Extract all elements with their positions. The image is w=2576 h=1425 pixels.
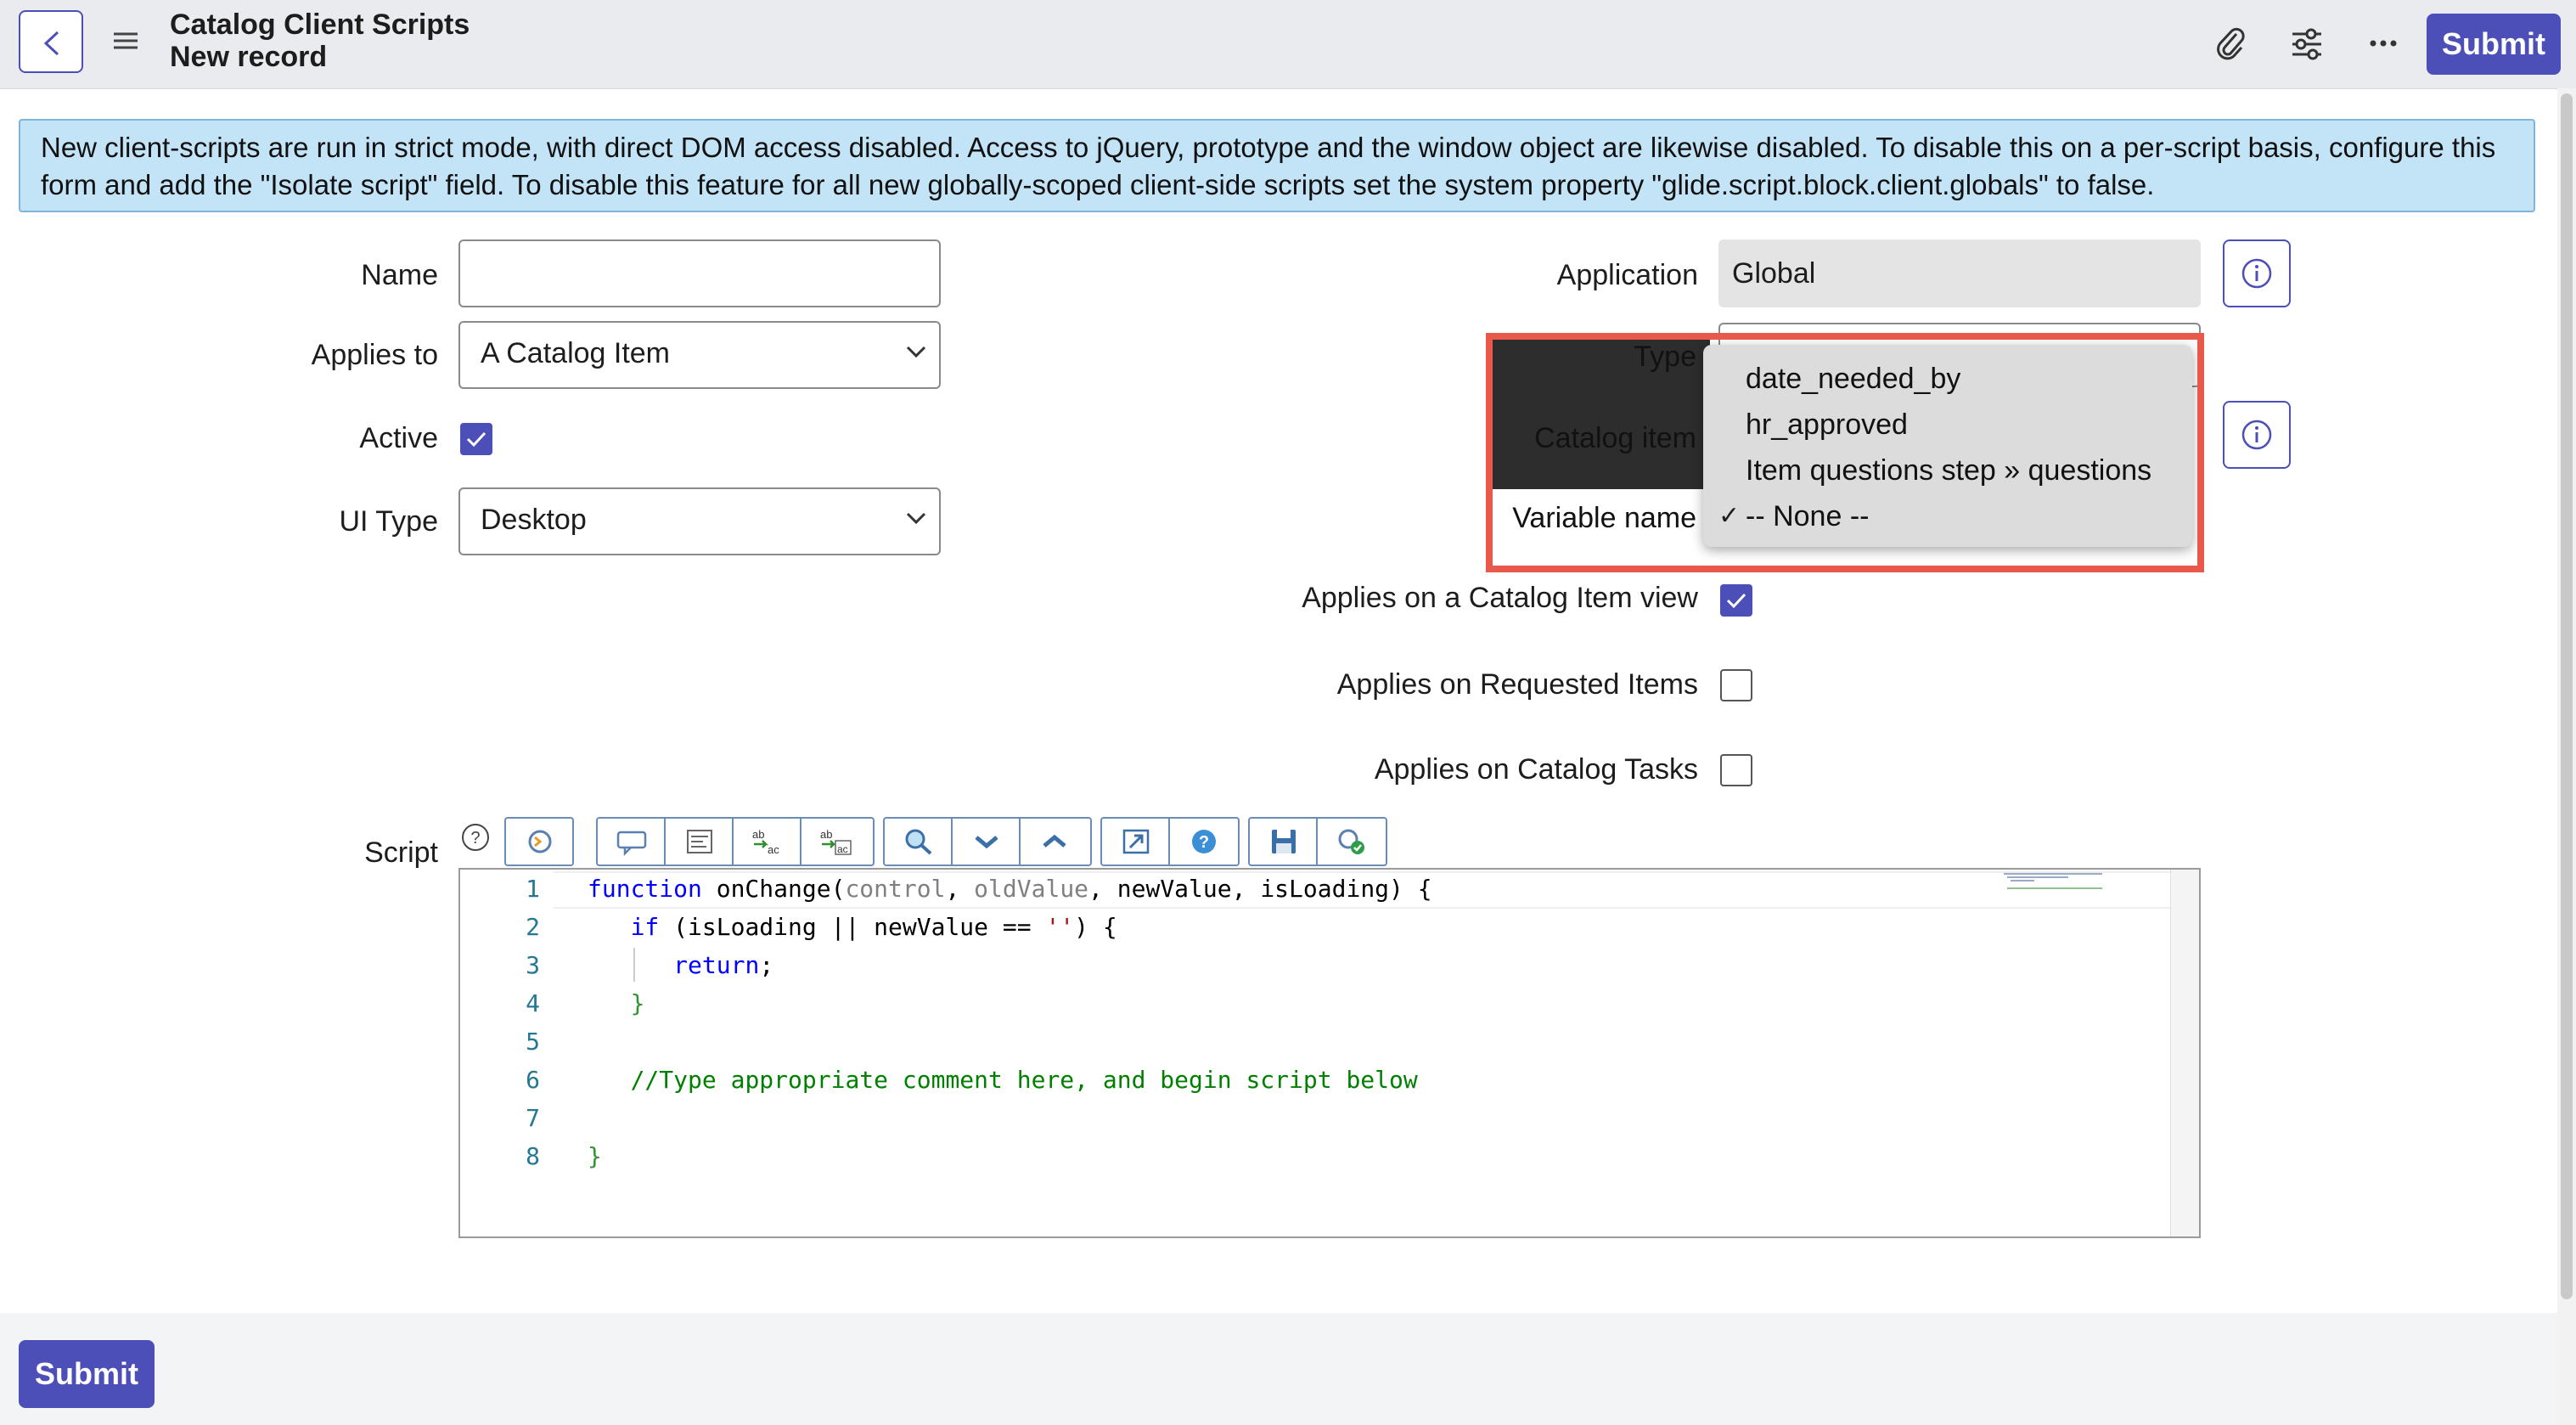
back-button[interactable] [19, 10, 83, 73]
highlight-annotation [1486, 333, 2204, 572]
info-banner: New client-scripts are run in strict mod… [19, 119, 2535, 212]
page-subtitle: New record [170, 41, 328, 73]
line-number: 2 [526, 913, 540, 941]
code-line: function onChange(control, oldValue, new… [588, 875, 1432, 903]
page-scrollbar-thumb[interactable] [2561, 93, 2573, 1299]
menu-icon[interactable] [110, 25, 141, 56]
line-number: 6 [526, 1066, 540, 1094]
ui-type-select[interactable]: Desktop [458, 487, 941, 555]
applies-requested-checkbox[interactable] [1720, 669, 1752, 701]
name-label: Name [361, 259, 438, 291]
applies-to-label: Applies to [311, 339, 438, 371]
name-input[interactable] [458, 239, 941, 307]
checkmark-icon [466, 431, 487, 448]
applies-catalog-view-label: Applies on a Catalog Item view [1302, 582, 1698, 614]
svg-text:ab: ab [820, 828, 832, 841]
applies-to-select[interactable]: A Catalog Item [458, 321, 941, 389]
applies-requested-label: Applies on Requested Items [1336, 668, 1698, 701]
toolbar-group-3 [883, 817, 1092, 866]
checkmark-icon [1726, 593, 1746, 609]
paperclip-icon[interactable] [2209, 22, 2252, 65]
applies-to-value: A Catalog Item [481, 337, 671, 369]
form-footer [0, 1313, 2557, 1425]
indent-guide [633, 948, 635, 982]
replace-icon[interactable]: ab ac [734, 819, 801, 865]
editor-scrollbar[interactable] [2170, 870, 2199, 1236]
submit-button-top[interactable]: Submit [2427, 14, 2561, 75]
line-number: 7 [526, 1104, 540, 1132]
personalize-form-icon[interactable] [2286, 22, 2328, 65]
svg-text:ab: ab [752, 828, 764, 841]
toolbar-group-4: ? [1100, 817, 1240, 866]
code-line: if (isLoading || newValue == '') { [630, 913, 1117, 941]
catalog-item-info-button[interactable] [2223, 401, 2291, 469]
application-info-button[interactable] [2223, 239, 2291, 307]
ui-type-label: UI Type [339, 505, 438, 538]
applies-tasks-checkbox[interactable] [1720, 754, 1752, 786]
ui-type-value: Desktop [481, 504, 587, 536]
script-debugger-icon[interactable] [1318, 819, 1386, 865]
replace-all-icon[interactable]: ab ac [801, 819, 869, 865]
search-icon[interactable] [885, 819, 953, 865]
code-line: //Type appropriate comment here, and beg… [630, 1066, 1418, 1094]
application-field: Global [1718, 239, 2201, 307]
code-line: } [588, 1142, 602, 1170]
script-editor[interactable]: 1 2 3 4 5 6 7 8 function onChange(contro… [458, 868, 2201, 1238]
editor-minimap[interactable] [2000, 871, 2170, 897]
svg-text:?: ? [470, 829, 480, 848]
more-options-icon[interactable] [2362, 22, 2404, 65]
toggle-syntax-icon[interactable] [506, 819, 572, 865]
help-icon[interactable]: ? [1170, 819, 1238, 865]
save-icon[interactable] [1250, 819, 1318, 865]
line-number: 5 [526, 1028, 540, 1056]
help-circle-icon[interactable]: ? [460, 822, 491, 853]
line-number: 1 [526, 875, 540, 903]
toolbar-group-5 [1248, 817, 1387, 866]
line-number: 8 [526, 1142, 540, 1170]
chevron-down-icon [906, 512, 926, 525]
active-checkbox[interactable] [460, 423, 492, 455]
line-number: 4 [526, 989, 540, 1017]
info-icon [2241, 258, 2272, 289]
chevron-left-icon [43, 31, 59, 56]
comment-icon[interactable] [598, 819, 666, 865]
chevron-down-icon [906, 346, 926, 358]
line-number: 3 [526, 951, 540, 979]
application-label: Application [1556, 259, 1698, 291]
fullscreen-icon[interactable] [1102, 819, 1170, 865]
toolbar-group-1 [504, 817, 574, 866]
svg-text:ac: ac [837, 843, 848, 855]
page-title: Catalog Client Scripts [170, 8, 470, 41]
svg-text:ac: ac [768, 843, 779, 856]
find-previous-icon[interactable] [1021, 819, 1088, 865]
submit-button-bottom[interactable]: Submit [19, 1340, 155, 1408]
script-label: Script [364, 836, 438, 869]
applies-tasks-label: Applies on Catalog Tasks [1374, 753, 1698, 786]
toolbar-group-2: ab ac ab ac [596, 817, 875, 866]
code-line: return; [673, 951, 774, 979]
find-next-icon[interactable] [953, 819, 1021, 865]
svg-text:?: ? [1199, 833, 1209, 852]
active-label: Active [359, 422, 438, 454]
applies-catalog-view-checkbox[interactable] [1720, 584, 1752, 617]
info-icon [2241, 420, 2272, 450]
code-line: } [630, 989, 645, 1017]
format-code-icon[interactable] [666, 819, 734, 865]
